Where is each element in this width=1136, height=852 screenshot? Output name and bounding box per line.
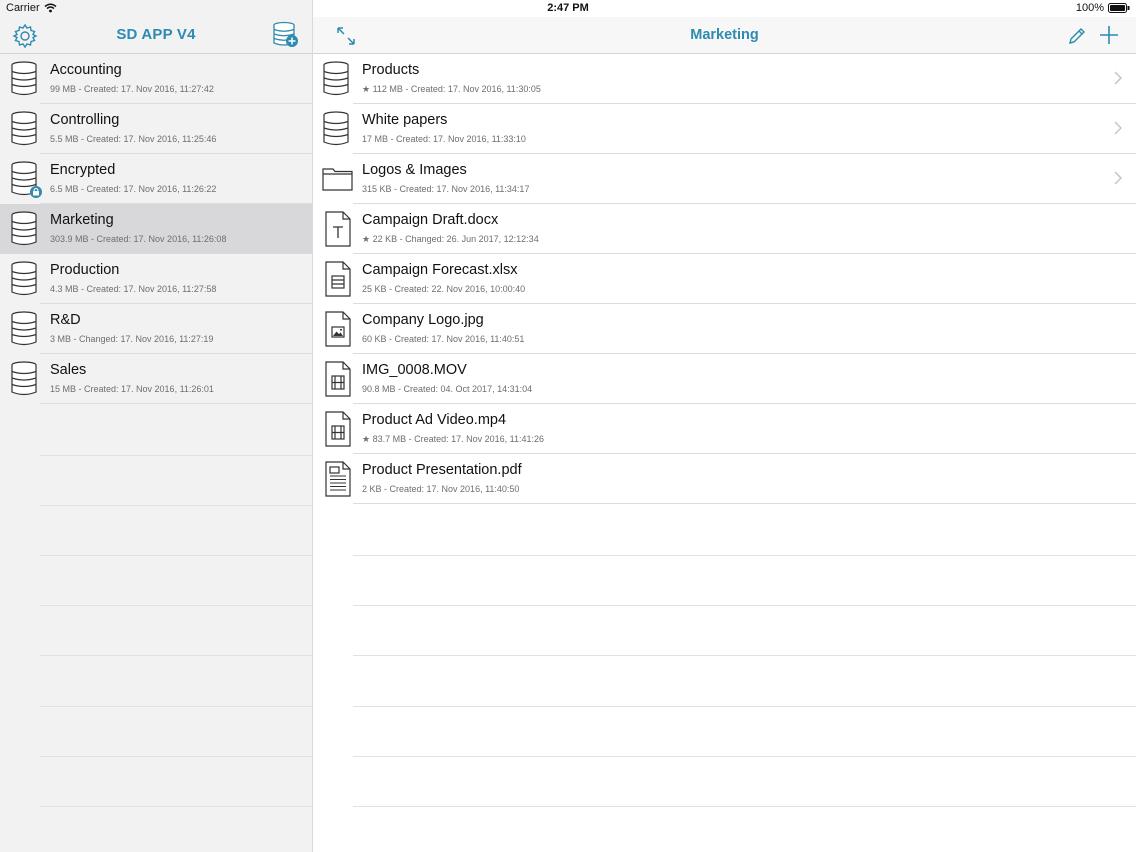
list-item[interactable]: Product Ad Video.mp4 ★ 83.7 MB - Created… [313, 404, 1136, 454]
sidebar: SD APP V4 Accounting 99 MB - Created: 17… [0, 0, 313, 852]
sidebar-item-label: Controlling [50, 112, 120, 128]
sidebar-item-details: 6.5 MB - Created: 17. Nov 2016, 11:26:22 [50, 184, 217, 194]
item-name: Products [362, 62, 420, 78]
database-icon [11, 311, 37, 346]
separator [40, 605, 312, 606]
database-icon [11, 61, 37, 96]
chevron-right-icon [1114, 121, 1122, 135]
item-name: Product Ad Video.mp4 [362, 412, 507, 428]
separator [353, 706, 1136, 707]
sidebar-item-marketing[interactable]: Marketing 303.9 MB - Created: 17. Nov 20… [0, 204, 312, 254]
battery-percent: 100% [1075, 2, 1104, 14]
encrypted-database-icon [11, 161, 42, 198]
video-document-icon [325, 361, 351, 397]
sidebar-item-details: 15 MB - Created: 17. Nov 2016, 11:26:01 [50, 384, 214, 394]
database-icon [11, 111, 37, 146]
sidebar-item-sales[interactable]: Sales 15 MB - Created: 17. Nov 2016, 11:… [0, 354, 312, 404]
sidebar-item-details: 99 MB - Created: 17. Nov 2016, 11:27:42 [50, 84, 214, 94]
folder-icon [322, 168, 353, 191]
battery-indicator: 100% [1076, 2, 1130, 14]
spreadsheet-document-icon [325, 261, 351, 297]
list-item[interactable]: Campaign Draft.docx ★ 22 KB - Changed: 2… [313, 204, 1136, 254]
list-item[interactable]: Products ★ 112 MB - Created: 17. Nov 201… [313, 54, 1136, 104]
main-header: Marketing [313, 17, 1136, 54]
database-icon [11, 361, 37, 396]
item-details: 90.8 MB - Created: 04. Oct 2017, 14:31:0… [362, 384, 533, 394]
list-item[interactable]: IMG_0008.MOV 90.8 MB - Created: 04. Oct … [313, 354, 1136, 404]
chevron-right-icon [1114, 71, 1122, 85]
database-list: Accounting 99 MB - Created: 17. Nov 2016… [0, 54, 312, 404]
list-item[interactable]: Company Logo.jpg 60 KB - Created: 17. No… [313, 304, 1136, 354]
separator [353, 655, 1136, 656]
item-details: 25 KB - Created: 22. Nov 2016, 10:00:40 [362, 284, 526, 294]
sidebar-item-label: Production [50, 262, 120, 278]
separator [353, 806, 1136, 807]
app-title: SD APP V4 [116, 26, 196, 43]
separator [40, 655, 312, 656]
clock: 2:47 PM [547, 2, 589, 14]
sidebar-item-details: 303.9 MB - Created: 17. Nov 2016, 11:26:… [50, 234, 227, 244]
image-document-icon [325, 311, 351, 347]
item-name: White papers [362, 112, 448, 128]
sidebar-item-details: 3 MB - Changed: 17. Nov 2016, 11:27:19 [50, 334, 214, 344]
sidebar-item-label: Marketing [50, 212, 114, 228]
separator [353, 605, 1136, 606]
item-name: IMG_0008.MOV [362, 362, 467, 378]
sidebar-item-details: 5.5 MB - Created: 17. Nov 2016, 11:25:46 [50, 134, 217, 144]
separator [40, 555, 312, 556]
sidebar-item-production[interactable]: Production 4.3 MB - Created: 17. Nov 201… [0, 254, 312, 304]
database-icon [323, 111, 349, 146]
item-details: 2 KB - Created: 17. Nov 2016, 11:40:50 [362, 484, 520, 494]
item-name: Campaign Forecast.xlsx [362, 262, 518, 278]
sidebar-item-controlling[interactable]: Controlling 5.5 MB - Created: 17. Nov 20… [0, 104, 312, 154]
separator [40, 806, 312, 807]
sidebar-item-encrypted[interactable]: Encrypted 6.5 MB - Created: 17. Nov 2016… [0, 154, 312, 204]
separator [353, 555, 1136, 556]
database-icon [323, 61, 349, 96]
sidebar-item-label: Sales [50, 362, 87, 378]
text-document-icon [325, 211, 351, 247]
list-item[interactable]: Product Presentation.pdf 2 KB - Created:… [313, 454, 1136, 504]
separator [40, 455, 312, 456]
list-item[interactable]: White papers 17 MB - Created: 17. Nov 20… [313, 104, 1136, 154]
sidebar-item-label: Accounting [50, 62, 122, 78]
item-details: 60 KB - Created: 17. Nov 2016, 11:40:51 [362, 334, 525, 344]
file-list: Products ★ 112 MB - Created: 17. Nov 201… [313, 54, 1136, 504]
video-document-icon [325, 411, 351, 447]
sidebar-header: SD APP V4 [0, 17, 312, 54]
item-details: ★ 112 MB - Created: 17. Nov 2016, 11:30:… [362, 84, 541, 94]
add-database-icon[interactable] [272, 21, 300, 49]
separator [353, 756, 1136, 757]
battery-icon [1108, 3, 1130, 13]
pencil-icon[interactable] [1066, 25, 1088, 47]
database-icon [11, 261, 37, 296]
sidebar-item-label: Encrypted [50, 162, 116, 178]
separator [40, 756, 312, 757]
separator [40, 505, 312, 506]
status-bar: Carrier 2:47 PM 100% [0, 0, 1136, 17]
plus-icon[interactable] [1098, 24, 1120, 46]
list-item[interactable]: Logos & Images 315 KB - Created: 17. Nov… [313, 154, 1136, 204]
sidebar-item-accounting[interactable]: Accounting 99 MB - Created: 17. Nov 2016… [0, 54, 312, 104]
item-name: Campaign Draft.docx [362, 212, 499, 228]
page-title: Marketing [690, 27, 759, 43]
item-details: ★ 83.7 MB - Created: 17. Nov 2016, 11:41… [362, 434, 545, 444]
item-details: 17 MB - Created: 17. Nov 2016, 11:33:10 [362, 134, 526, 144]
item-name: Product Presentation.pdf [362, 462, 522, 478]
separator [40, 706, 312, 707]
sidebar-item-label: R&D [50, 312, 81, 328]
sidebar-item-rnd[interactable]: R&D 3 MB - Changed: 17. Nov 2016, 11:27:… [0, 304, 312, 354]
item-details: 315 KB - Created: 17. Nov 2016, 11:34:17 [362, 184, 530, 194]
pdf-document-icon [325, 461, 351, 497]
item-details: ★ 22 KB - Changed: 26. Jun 2017, 12:12:3… [362, 234, 539, 244]
item-name: Company Logo.jpg [362, 312, 484, 328]
main-pane: Marketing Products ★ 112 MB - Created: 1… [313, 0, 1136, 852]
item-name: Logos & Images [362, 162, 467, 178]
list-item[interactable]: Campaign Forecast.xlsx 25 KB - Created: … [313, 254, 1136, 304]
database-icon [11, 211, 37, 246]
sidebar-item-details: 4.3 MB - Created: 17. Nov 2016, 11:27:58 [50, 284, 217, 294]
chevron-right-icon [1114, 171, 1122, 185]
